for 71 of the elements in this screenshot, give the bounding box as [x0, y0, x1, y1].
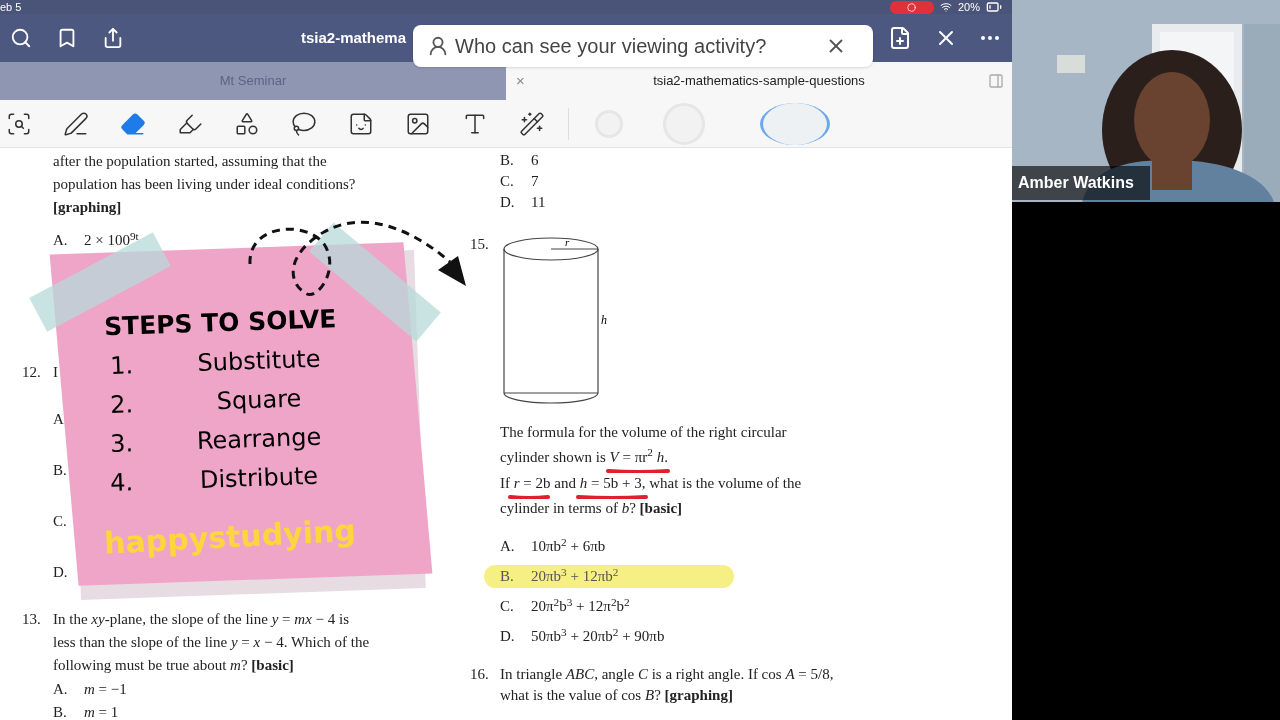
question-text: cylinder in terms of b? [basic]: [500, 499, 683, 517]
option-letter: B.: [53, 703, 68, 720]
participant-name: Amber Watkins: [1018, 173, 1134, 193]
height-label: h: [601, 313, 607, 327]
option-letter: A.: [53, 231, 69, 251]
pen-icon[interactable]: [62, 109, 90, 138]
step-number: 4.: [108, 466, 135, 498]
option-letter: C.: [500, 172, 515, 192]
lasso-icon[interactable]: [290, 109, 318, 138]
option-letter: D.: [500, 627, 516, 647]
step-text: Square: [215, 382, 303, 417]
tab-panel-icon: [988, 73, 1004, 89]
search-icon[interactable]: [10, 27, 32, 49]
option-letter: A.: [53, 680, 69, 700]
document-title: tsia2-mathema: [301, 27, 407, 48]
question-text: after the population started, assuming that the: [53, 152, 327, 172]
option-letter: B.: [53, 461, 68, 481]
question-text: The formula for the volume of the right circular: [500, 423, 787, 441]
question-text: If r = 2b and h = 5b + 3, what is the volume of the: [500, 474, 802, 492]
wand-icon[interactable]: [518, 109, 546, 138]
option-text: m = 1: [84, 703, 119, 720]
question-text: cylinder shown is V = πr$^{2}$ h.: [500, 448, 668, 466]
ink-underline: [508, 494, 550, 499]
option-text: 7: [531, 172, 539, 192]
ink-underline: [576, 494, 648, 499]
step-text: Substitute: [196, 342, 322, 378]
option-letter: D.: [500, 193, 516, 213]
step-text: Rearrange: [195, 420, 323, 456]
option-text: 10πb$^{2}$ + 6πb: [531, 535, 606, 557]
option-letter: B.: [500, 151, 515, 171]
question-number: 12.: [22, 363, 42, 383]
step-number: 3.: [108, 427, 135, 459]
option-letter: C.: [500, 597, 515, 617]
question-text: In triangle ABC, angle C is a right angle. If cos A = 5/8,: [500, 665, 834, 685]
option-text: 2 × 100$^{9t}$: [84, 229, 139, 251]
add-page-icon[interactable]: [888, 26, 912, 50]
ink-underline: [606, 468, 670, 473]
option-letter: A.: [500, 537, 516, 557]
note-footer: happystudying: [103, 504, 405, 566]
step-text: Distribute: [198, 459, 320, 495]
tab-close[interactable]: ×: [516, 69, 525, 93]
question-text: population has been living under ideal conditions?: [53, 175, 356, 195]
option-text: m = −1: [84, 680, 127, 700]
option-text: 50πb$^{3}$ + 20πb$^{2}$ + 90πb: [531, 625, 665, 647]
question-text: less than the slope of the line y = x − 4. Which of the: [53, 633, 370, 653]
question-text: what is the value of cos B? [graphing]: [500, 686, 733, 706]
option-text: 11: [531, 193, 546, 213]
question-text: following must be true about m? [basic]: [53, 656, 294, 676]
popup-text: Who can see your viewing activity?: [455, 34, 767, 59]
step-number: 2.: [108, 388, 135, 420]
question-number: 16.: [470, 665, 490, 685]
wifi-icon: [939, 1, 952, 13]
question-tag: [graphing]: [53, 196, 122, 219]
privacy-popup[interactable]: Who can see your viewing activity?: [413, 25, 873, 67]
radius-label: r: [565, 236, 570, 248]
note-title: STEPS TO SOLVE: [103, 303, 338, 344]
battery-icon: [986, 0, 1002, 15]
option-letter: B.: [500, 567, 515, 587]
status-date: eb 5: [0, 1, 22, 13]
option-text: 6: [531, 151, 539, 171]
question-text: In the xy-plane, the slope of the line y = mx − 4 is: [53, 610, 350, 630]
option-letter: C.: [53, 512, 68, 532]
question-number: 13.: [22, 610, 42, 630]
share-icon[interactable]: [102, 27, 124, 49]
step-number: 1.: [108, 349, 135, 381]
option-text: 20π$^{2}$b$^{3}$ + 12π$^{2}$b$^{2}$: [531, 595, 630, 617]
question-number: 15.: [470, 235, 490, 254]
option-text: 20πb$^{3}$ + 12πb$^{2}$: [531, 565, 619, 587]
option-letter: D.: [53, 563, 69, 583]
battery-level: 20%: [957, 1, 980, 13]
question-text: I: [53, 363, 58, 383]
